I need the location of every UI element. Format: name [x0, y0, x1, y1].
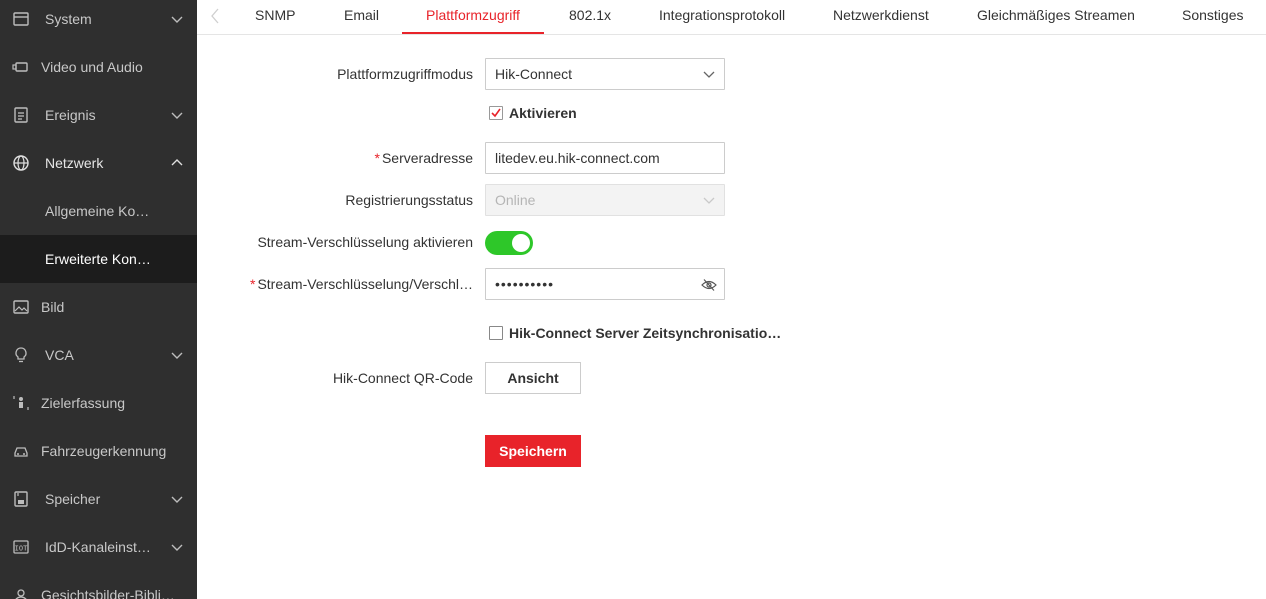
toggle-knob	[512, 234, 530, 252]
platform-access-mode-select[interactable]: Hik-Connect	[485, 58, 725, 90]
stream-key-label: * Stream-Verschlüsselung/Verschl…	[250, 276, 473, 292]
storage-icon	[12, 490, 30, 508]
sidebar-item-vehicle[interactable]: Fahrzeugerkennung	[0, 427, 197, 475]
sidebar-item-label: IdD-Kanaleinst…	[45, 539, 151, 555]
platform-access-mode-value: Hik-Connect	[495, 66, 573, 82]
chevron-down-icon	[703, 197, 715, 204]
chevron-down-icon	[171, 352, 183, 359]
tab-8021x[interactable]: 802.1x	[569, 0, 611, 34]
eye-hidden-icon[interactable]	[701, 277, 717, 293]
stream-encryption-label: Stream-Verschlüsselung aktivieren	[257, 234, 473, 250]
server-address-value: litedev.eu.hik-connect.com	[495, 150, 660, 166]
bulb-icon	[12, 346, 30, 364]
sidebar-item-event[interactable]: Ereignis	[0, 91, 197, 139]
person-target-icon	[12, 394, 30, 412]
sidebar-item-label: Zielerfassung	[41, 395, 126, 411]
server-address-label: * Serveradresse	[375, 150, 474, 166]
sidebar-item-target-capture[interactable]: Zielerfassung	[0, 379, 197, 427]
sidebar-item-iot-channel[interactable]: IOT IdD-Kanaleinst…	[0, 523, 197, 571]
car-icon	[12, 442, 30, 460]
sidebar-item-label: Fahrzeugerkennung	[41, 443, 167, 459]
sidebar-item-label: Allgemeine Ko…	[45, 203, 150, 219]
platform-access-mode-label: Plattformzugriffmodus	[337, 66, 473, 82]
sidebar-item-label: VCA	[45, 347, 74, 363]
tab-snmp[interactable]: SNMP	[255, 0, 295, 34]
time-sync-checkbox[interactable]	[489, 326, 503, 340]
view-qr-button[interactable]: Ansicht	[485, 362, 581, 394]
registration-status-select: Online	[485, 184, 725, 216]
sidebar-item-label: Gesichtsbilder-Bibli…	[41, 587, 175, 599]
enable-label: Aktivieren	[509, 105, 577, 121]
chevron-down-icon	[171, 544, 183, 551]
check-icon	[491, 108, 501, 118]
chevron-down-icon	[171, 496, 183, 503]
sidebar-item-image[interactable]: Bild	[0, 283, 197, 331]
time-sync-label: Hik-Connect Server Zeitsynchronisatio…	[509, 325, 782, 341]
required-mark: *	[374, 150, 380, 166]
sidebar-item-general-config[interactable]: Allgemeine Ko…	[0, 187, 197, 235]
iot-icon: IOT	[12, 538, 30, 556]
sidebar-item-video-audio[interactable]: Video und Audio	[0, 43, 197, 91]
enable-checkbox[interactable]	[489, 106, 503, 120]
tab-other[interactable]: Sonstiges	[1182, 0, 1243, 34]
svg-text:IOT: IOT	[15, 545, 28, 553]
sidebar-item-label: System	[45, 11, 92, 27]
system-icon	[12, 10, 30, 28]
sidebar-item-storage[interactable]: Speicher	[0, 475, 197, 523]
stream-encryption-toggle[interactable]	[485, 231, 533, 255]
chevron-down-icon	[703, 71, 715, 78]
server-address-input[interactable]: litedev.eu.hik-connect.com	[485, 142, 725, 174]
chevron-left-icon[interactable]	[209, 8, 221, 24]
sidebar-item-label: Speicher	[45, 491, 101, 507]
event-icon	[12, 106, 30, 124]
video-audio-icon	[12, 58, 30, 76]
sidebar-item-system[interactable]: System	[0, 0, 197, 43]
sidebar-item-network[interactable]: Netzwerk	[0, 139, 197, 187]
sidebar-item-label: Ereignis	[45, 107, 96, 123]
qr-code-label: Hik-Connect QR-Code	[332, 370, 473, 386]
sidebar-item-label: Video und Audio	[41, 59, 143, 75]
tab-smooth-streaming[interactable]: Gleichmäßiges Streamen	[977, 0, 1135, 34]
sidebar-item-label: Netzwerk	[45, 155, 104, 171]
sidebar: System Video und Audio Ereignis Netzwerk…	[0, 0, 197, 599]
sidebar-item-label: Erweiterte Kon…	[45, 251, 151, 267]
server-address-label-text: Serveradresse	[381, 150, 473, 166]
stream-key-input[interactable]: ••••••••••	[485, 268, 725, 300]
stream-key-value: ••••••••••	[495, 276, 555, 292]
tab-email[interactable]: Email	[344, 0, 379, 34]
sidebar-item-face-library[interactable]: Gesichtsbilder-Bibli…	[0, 571, 197, 599]
sidebar-item-advanced-config[interactable]: Erweiterte Kon…	[0, 235, 197, 283]
chevron-down-icon	[171, 112, 183, 119]
required-mark: *	[250, 276, 256, 292]
sidebar-item-label: Bild	[41, 299, 65, 315]
globe-icon	[12, 154, 30, 172]
registration-status-label: Registrierungsstatus	[345, 192, 473, 208]
stream-key-label-text: Stream-Verschlüsselung/Verschl…	[257, 276, 473, 292]
registration-status-value: Online	[495, 192, 536, 208]
tab-plattformzugriff[interactable]: Plattformzugriff	[402, 0, 544, 34]
chevron-up-icon	[171, 159, 183, 166]
sidebar-item-vca[interactable]: VCA	[0, 331, 197, 379]
save-button[interactable]: Speichern	[485, 435, 581, 467]
image-icon	[12, 298, 30, 316]
face-icon	[12, 586, 30, 599]
tab-network-service[interactable]: Netzwerkdienst	[833, 0, 929, 34]
tab-bar: SNMP Email Plattformzugriff 802.1x Integ…	[197, 0, 1266, 35]
chevron-down-icon	[171, 16, 183, 23]
tab-integration-protocol[interactable]: Integrationsprotokoll	[659, 0, 785, 34]
